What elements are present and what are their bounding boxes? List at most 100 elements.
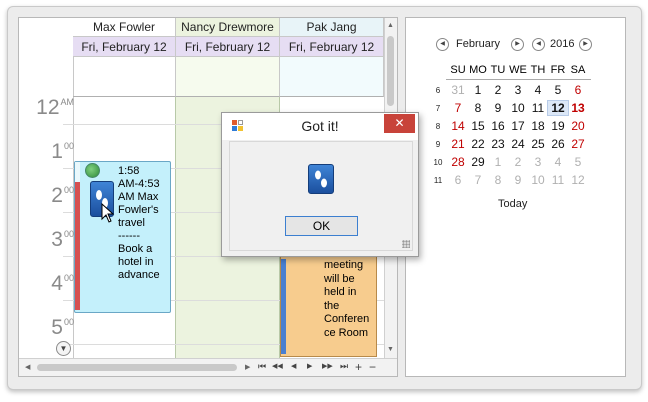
resize-grip-icon[interactable] [402, 240, 410, 248]
calendar-day[interactable]: 28 [448, 155, 468, 169]
appointment-max-travel[interactable]: 1:58 AM-4:53 AM Max Fowler's travel ----… [74, 161, 171, 313]
calendar-day[interactable]: 15 [468, 119, 488, 133]
dialog-titlebar[interactable]: Got it! ✕ [222, 113, 418, 140]
scroll-down-arrow-icon[interactable]: ▼ [387, 346, 394, 353]
calendar-day[interactable]: 11 [528, 101, 548, 115]
calendar-day[interactable]: 9 [508, 173, 528, 187]
date-header-pak[interactable]: Fri, February 12 [280, 37, 384, 57]
hour-label-3: 300 [51, 228, 74, 251]
calendar-week-row: 11 6 7 8 9 10 11 12 [406, 172, 625, 190]
calendar-day[interactable]: 4 [548, 155, 568, 169]
column-header-pak[interactable]: Pak Jang [280, 18, 384, 37]
weekday-label: MO [469, 64, 487, 76]
scroll-down-button[interactable]: ▼ [56, 341, 71, 356]
prev-year-button[interactable]: ◀ [532, 38, 545, 51]
weekday-label: FR [550, 64, 566, 76]
recurrence-icon [85, 163, 100, 178]
horizontal-scroll-thumb[interactable] [37, 364, 237, 371]
next-month-button[interactable]: ▶ [511, 38, 524, 51]
close-icon: ✕ [394, 116, 405, 130]
appointment-text: 1:58 AM-4:53 AM Max Fowler's travel ----… [118, 165, 160, 281]
calendar-day[interactable]: 2 [488, 83, 508, 97]
calendar-day[interactable]: 2 [508, 155, 528, 169]
calendar-day[interactable]: 9 [488, 101, 508, 115]
calendar-day[interactable]: 5 [548, 83, 568, 97]
nav-prev-page-button[interactable]: ◀◀ [272, 362, 283, 370]
calendar-day[interactable]: 16 [488, 119, 508, 133]
calendar-day[interactable]: 12 [568, 173, 588, 187]
calendar-day[interactable]: 10 [528, 173, 548, 187]
calendar-day[interactable]: 7 [468, 173, 488, 187]
nav-first-button[interactable]: ⏮ [258, 361, 266, 372]
calendar-day[interactable]: 7 [448, 101, 468, 115]
calendar-day[interactable]: 20 [568, 119, 588, 133]
calendar-day[interactable]: 1 [488, 155, 508, 169]
calendar-day[interactable]: 6 [568, 83, 588, 97]
month-label[interactable]: February [456, 38, 500, 50]
column-header-nancy[interactable]: Nancy Drewmore [176, 18, 280, 37]
calendar-day[interactable]: 4 [528, 83, 548, 97]
calendar-week-row: 10 28 29 1 2 3 4 5 [406, 154, 625, 172]
date-header-nancy[interactable]: Fri, February 12 [176, 37, 280, 57]
allday-cell-max[interactable] [73, 57, 176, 97]
calendar-day[interactable]: 3 [528, 155, 548, 169]
weekday-label: SA [570, 64, 586, 76]
allday-cell-nancy[interactable] [176, 57, 280, 97]
bottom-navigation-bar: ◀ ▶ ⏮ ◀◀ ◀ ▶ ▶▶ ⏭ + − [19, 358, 397, 376]
footprints-icon [308, 164, 334, 194]
calendar-day[interactable]: 10 [508, 101, 528, 115]
calendar-day[interactable]: 21 [448, 137, 468, 151]
calendar-day[interactable]: 8 [488, 173, 508, 187]
nav-next-button[interactable]: ▶ [307, 362, 312, 370]
calendar-day[interactable]: 5 [568, 155, 588, 169]
message-dialog: Got it! ✕ OK [221, 112, 419, 257]
nav-next-page-button[interactable]: ▶▶ [322, 362, 333, 370]
zoom-in-button[interactable]: + [355, 360, 362, 374]
scroll-right-arrow-icon[interactable]: ▶ [245, 363, 250, 371]
scroll-up-arrow-icon[interactable]: ▲ [387, 22, 394, 29]
allday-cell-pak[interactable] [280, 57, 384, 97]
ok-button[interactable]: OK [285, 216, 358, 236]
date-header-max[interactable]: Fri, February 12 [73, 37, 176, 57]
calendar-day[interactable]: 25 [528, 137, 548, 151]
calendar-day[interactable]: 14 [448, 119, 468, 133]
nav-last-button[interactable]: ⏭ [340, 361, 348, 372]
next-year-button[interactable]: ▶ [579, 38, 592, 51]
week-number: 6 [435, 86, 441, 95]
scroll-left-arrow-icon[interactable]: ◀ [25, 363, 30, 371]
calendar-day-selected[interactable]: 12 [547, 100, 569, 116]
calendar-day[interactable]: 27 [568, 137, 588, 151]
mouse-cursor-icon [101, 202, 115, 226]
appointment-text: meeting will be held in the Conferen ce … [324, 259, 370, 339]
date-navigator: ◀ February ▶ ◀ 2016 ▶ SU MO TU WE TH FR … [405, 17, 626, 377]
today-button[interactable]: Today [498, 198, 527, 210]
weekday-label: SU [450, 64, 466, 76]
calendar-day[interactable]: 8 [468, 101, 488, 115]
calendar-day[interactable]: 17 [508, 119, 528, 133]
calendar-day[interactable]: 1 [468, 83, 488, 97]
year-label[interactable]: 2016 [550, 38, 574, 50]
nav-prev-button[interactable]: ◀ [291, 362, 296, 370]
calendar-day[interactable]: 26 [548, 137, 568, 151]
calendar-day[interactable]: 19 [548, 119, 568, 133]
calendar-week-row: 8 14 15 16 17 18 19 20 [406, 118, 625, 136]
appointment-pak-meeting[interactable]: meeting will be held in the Conferen ce … [280, 243, 377, 357]
close-button[interactable]: ✕ [384, 114, 415, 133]
calendar-day[interactable]: 3 [508, 83, 528, 97]
appointment-status-bar [75, 182, 80, 310]
column-header-max[interactable]: Max Fowler [73, 18, 176, 37]
calendar-day[interactable]: 13 [568, 101, 588, 115]
calendar-day[interactable]: 29 [468, 155, 488, 169]
calendar-day[interactable]: 6 [448, 173, 468, 187]
calendar-day[interactable]: 23 [488, 137, 508, 151]
calendar-day[interactable]: 24 [508, 137, 528, 151]
weekday-label: TU [490, 64, 506, 76]
prev-month-button[interactable]: ◀ [436, 38, 449, 51]
vertical-scroll-thumb[interactable] [387, 36, 394, 106]
calendar-day[interactable]: 31 [448, 83, 468, 97]
calendar-day[interactable]: 11 [548, 173, 568, 187]
calendar-day[interactable]: 22 [468, 137, 488, 151]
calendar-day[interactable]: 18 [528, 119, 548, 133]
week-number: 7 [435, 104, 441, 113]
zoom-out-button[interactable]: − [369, 360, 376, 374]
